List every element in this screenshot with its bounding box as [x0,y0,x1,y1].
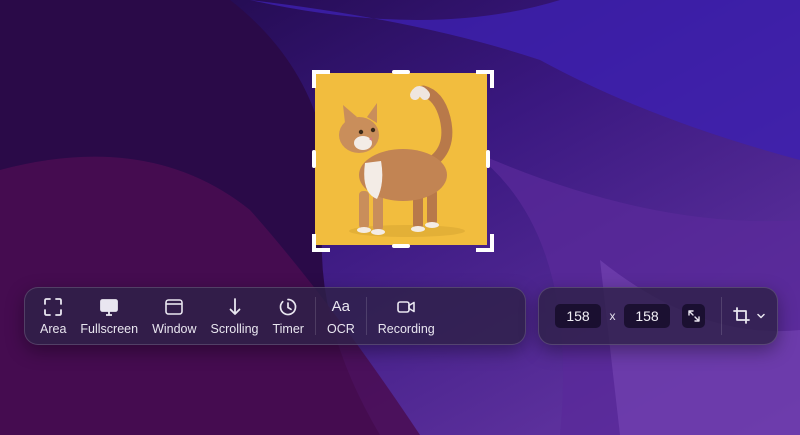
timer-label: Timer [272,321,304,336]
window-label: Window [152,321,197,336]
width-input[interactable]: 158 [555,304,602,328]
toolbar-divider [365,297,367,335]
selection-corner-handle[interactable] [476,70,494,88]
aspect-toggle-button[interactable] [682,304,706,328]
capture-selection[interactable] [315,73,487,245]
crop-icon [733,307,750,324]
selection-edge-handle-bottom[interactable] [392,244,410,248]
scrolling-label: Scrolling [210,321,259,336]
selection-corner-handle[interactable] [312,234,330,252]
text-recognition-icon: Aa [331,297,351,315]
chevron-down-icon [757,313,765,319]
window-button[interactable]: Window [145,293,203,339]
scrolling-button[interactable]: Scrolling [204,293,266,339]
fullscreen-button[interactable]: Fullscreen [73,293,145,339]
capture-toolbar: Area Fullscreen Window Scrolling Timer A… [24,287,526,345]
selection-edge-handle-top[interactable] [392,70,410,74]
arrow-down-icon [229,297,240,315]
toolbar-divider [314,297,316,335]
toolbar-divider [721,297,722,335]
recording-button[interactable]: Recording [371,293,442,339]
selection-edge-handle-right[interactable] [486,150,490,168]
cat-photo [315,73,487,245]
dimensions-panel: 158 x 158 [538,287,778,345]
selection-edge-handle-left[interactable] [312,150,316,168]
ocr-button[interactable]: Aa OCR [320,293,362,339]
selection-corner-handle[interactable] [476,234,494,252]
selection-corner-handle[interactable] [312,70,330,88]
recording-label: Recording [377,321,435,336]
fullscreen-label: Fullscreen [80,321,139,336]
area-label: Area [40,321,67,336]
video-camera-icon [397,300,416,313]
monitor-icon [100,298,119,316]
height-input[interactable]: 158 [624,304,671,328]
area-select-icon [44,297,63,316]
area-button[interactable]: Area [33,293,73,339]
expand-arrows-icon [687,310,700,322]
dimension-separator: x [609,309,616,323]
timer-button[interactable]: Timer [265,293,310,339]
ocr-label: OCR [326,321,355,336]
timer-icon [279,298,297,315]
window-icon [165,298,184,315]
crop-options-button[interactable] [732,306,767,326]
